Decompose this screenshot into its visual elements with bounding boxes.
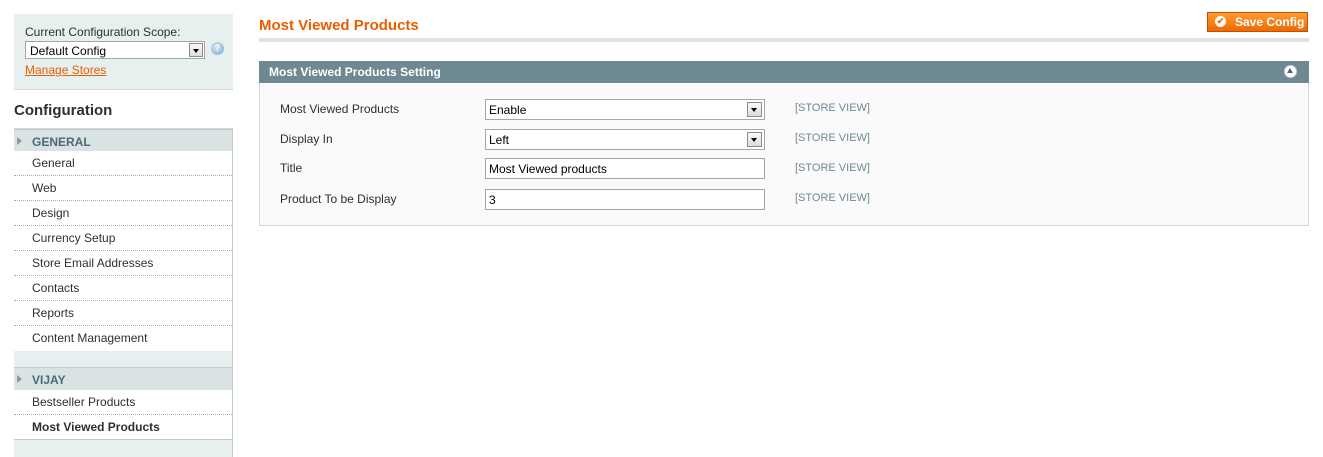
nav-item-label: General xyxy=(32,156,75,170)
display-in-select[interactable]: Left xyxy=(485,129,765,150)
nav-section-vijay[interactable]: VIJAY xyxy=(14,367,232,391)
nav-item-bestseller-products[interactable]: Bestseller Products xyxy=(14,390,232,415)
field-label-product-to-be-display: Product To be Display xyxy=(280,192,397,206)
title-input[interactable]: Most Viewed products xyxy=(485,158,765,179)
nav-section-label: GENERAL xyxy=(32,135,91,149)
nav-item-contacts[interactable]: Contacts xyxy=(14,276,232,301)
nav-item-most-viewed-products[interactable]: Most Viewed Products xyxy=(14,415,232,440)
nav-item-label: Web xyxy=(32,181,57,195)
nav-item-label: Bestseller Products xyxy=(32,395,136,409)
save-config-label: Save Config xyxy=(1235,15,1305,29)
fieldset-body xyxy=(259,83,1309,226)
fieldset-header[interactable]: Most Viewed Products Setting xyxy=(259,61,1309,83)
page-title: Most Viewed Products xyxy=(259,17,419,34)
nav-item-reports[interactable]: Reports xyxy=(14,301,232,326)
fieldset-title: Most Viewed Products Setting xyxy=(269,65,441,79)
chevron-down-icon[interactable] xyxy=(747,132,762,147)
nav-item-label: Currency Setup xyxy=(32,231,116,245)
nav-item-label: Contacts xyxy=(32,281,80,295)
scope-badge: [STORE VIEW] xyxy=(795,192,870,204)
field-label-most-viewed-products: Most Viewed Products xyxy=(280,102,400,116)
checkmark-icon: ✔ xyxy=(1215,16,1226,27)
nav-item-label: Design xyxy=(32,206,70,220)
product-to-be-display-input[interactable]: 3 xyxy=(485,189,765,210)
triangle-right-icon xyxy=(17,375,22,383)
config-nav: GENERAL General Web Design Currency Setu… xyxy=(14,129,233,457)
collapse-up-icon[interactable] xyxy=(1284,65,1297,78)
nav-section-label: VIJAY xyxy=(32,373,66,387)
select-value: Left xyxy=(489,133,510,147)
nav-item-content-management[interactable]: Content Management xyxy=(14,326,232,351)
help-icon[interactable]: ? xyxy=(211,42,224,55)
nav-item-label: Reports xyxy=(32,306,75,320)
field-label-display-in: Display In xyxy=(280,132,333,146)
save-config-button[interactable]: ✔ Save Config xyxy=(1207,12,1308,32)
chevron-down-icon[interactable] xyxy=(747,102,762,117)
scope-badge: [STORE VIEW] xyxy=(795,132,870,144)
triangle-right-icon xyxy=(17,137,22,145)
nav-item-design[interactable]: Design xyxy=(14,201,232,226)
manage-stores-link[interactable]: Manage Stores xyxy=(25,63,106,77)
nav-spacer xyxy=(14,351,232,367)
scope-switcher: Current Configuration Scope: Default Con… xyxy=(14,14,233,90)
nav-section-general[interactable]: GENERAL xyxy=(14,129,232,153)
most-viewed-products-select[interactable]: Enable xyxy=(485,99,765,120)
nav-item-label: Most Viewed Products xyxy=(32,420,160,434)
input-value: 3 xyxy=(489,193,496,207)
scope-select-value: Default Config xyxy=(30,44,107,58)
configuration-header: Configuration xyxy=(14,90,233,129)
nav-item-web[interactable]: Web xyxy=(14,176,232,201)
input-value: Most Viewed products xyxy=(489,162,607,176)
scope-badge: [STORE VIEW] xyxy=(795,162,870,174)
scope-select[interactable]: Default Config xyxy=(25,41,205,59)
select-value: Enable xyxy=(489,103,527,117)
nav-item-label: Store Email Addresses xyxy=(32,256,154,270)
nav-item-general[interactable]: General xyxy=(14,151,232,176)
configuration-title: Configuration xyxy=(14,102,113,119)
field-label-title: Title xyxy=(280,161,303,175)
scope-badge: [STORE VIEW] xyxy=(795,102,870,114)
nav-item-currency-setup[interactable]: Currency Setup xyxy=(14,226,232,251)
nav-item-label: Content Management xyxy=(32,331,148,345)
title-divider xyxy=(259,38,1309,42)
scope-label: Current Configuration Scope: xyxy=(25,25,181,39)
chevron-down-icon[interactable] xyxy=(189,43,203,57)
nav-item-store-email-addresses[interactable]: Store Email Addresses xyxy=(14,251,232,276)
